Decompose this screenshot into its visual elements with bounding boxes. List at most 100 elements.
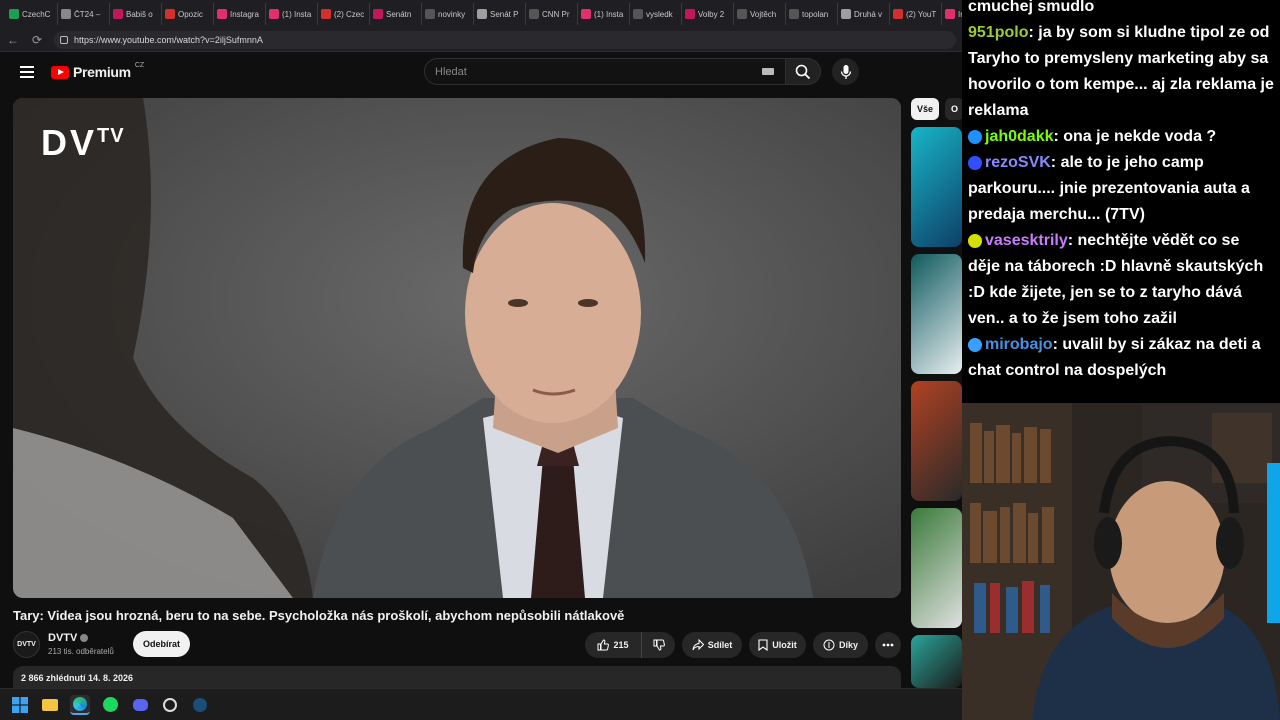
channel-name[interactable]: DVTV <box>48 632 77 644</box>
thanks-label: Díky <box>838 640 858 650</box>
search-input[interactable]: Hledat <box>424 58 786 85</box>
browser-tab[interactable]: Opozic <box>162 3 214 25</box>
chat-username[interactable]: jah0dakk <box>985 128 1053 145</box>
menu-icon[interactable] <box>20 66 34 78</box>
chat-message: cmuchej smudlo <box>962 0 1280 20</box>
subscribe-button[interactable]: Odebírat <box>133 631 190 657</box>
save-button[interactable]: Uložit <box>749 632 806 658</box>
browser-tab-label: (2) YouT <box>906 9 937 19</box>
browser-tab[interactable]: CzechC <box>6 3 58 25</box>
browser-tab[interactable]: novinky <box>422 3 474 25</box>
webcam-feed <box>962 403 1280 720</box>
channel-name-row[interactable]: DVTV <box>48 632 89 644</box>
browser-tab[interactable]: Senátn <box>370 3 422 25</box>
timer-app-icon[interactable] <box>160 695 180 715</box>
recommendation-chips: Vše O <box>911 98 962 120</box>
search-button[interactable] <box>785 58 821 85</box>
site-info-icon[interactable] <box>60 35 68 44</box>
chip-other[interactable]: O <box>945 98 962 120</box>
watermark-sup: TV <box>97 125 125 147</box>
browser-tab[interactable]: Instagra <box>214 3 266 25</box>
recommended-thumbnail[interactable] <box>911 381 962 501</box>
browser-tab-label: Volby 2 <box>698 9 725 19</box>
url-text: https://www.youtube.com/watch?v=2iljSufm… <box>74 34 263 45</box>
browser-tab[interactable]: ČT24 – <box>58 3 110 25</box>
browser-tab[interactable]: Babiš o <box>110 3 162 25</box>
browser-tab[interactable]: (1) Insta <box>266 3 318 25</box>
channel-watermark: DVTV <box>41 122 125 164</box>
discord-icon[interactable] <box>130 695 150 715</box>
chat-username[interactable]: rezoSVK <box>985 154 1051 171</box>
share-button[interactable]: Sdílet <box>682 632 742 658</box>
dislike-button[interactable] <box>641 632 675 658</box>
favicon-icon <box>113 9 123 19</box>
spotify-icon[interactable] <box>100 695 120 715</box>
description-box[interactable]: 2 866 zhlédnutí 14. 8. 2026 <box>13 666 901 688</box>
recommended-thumbnail[interactable] <box>911 635 962 688</box>
channel-avatar[interactable]: DVTV <box>13 631 40 658</box>
user-badge-icon <box>968 129 982 144</box>
chat-text: : ona je nekde voda ? <box>1053 128 1217 145</box>
favicon-icon <box>477 9 487 19</box>
chat-username[interactable]: 951polo <box>968 24 1028 41</box>
browser-tab-label: Babiš o <box>126 9 153 19</box>
video-player[interactable]: DVTV <box>13 98 901 598</box>
browser-tab[interactable]: Senát P <box>474 3 526 25</box>
keyboard-icon[interactable] <box>762 68 774 75</box>
address-bar: ← ⟳ https://www.youtube.com/watch?v=2ilj… <box>0 28 962 52</box>
recommended-thumbnail[interactable] <box>911 127 962 247</box>
favicon-icon <box>633 9 643 19</box>
recommended-thumbnail[interactable] <box>911 254 962 374</box>
edge-browser-icon[interactable] <box>70 694 90 715</box>
back-icon[interactable]: ← <box>6 33 20 47</box>
share-icon <box>692 639 704 651</box>
chat-message: mirobajo: uvalil by si zákaz na deti a c… <box>962 332 1280 384</box>
steam-icon[interactable] <box>190 695 210 715</box>
more-actions-button[interactable] <box>875 632 901 658</box>
windows-start-icon[interactable] <box>10 695 30 715</box>
favicon-icon <box>269 9 279 19</box>
browser-tab[interactable]: Volby 2 <box>682 3 734 25</box>
windows-logo <box>12 696 28 713</box>
browser-tab[interactable]: (2) Czec <box>318 3 370 25</box>
user-badge-icon <box>968 155 982 170</box>
thumbs-up-icon <box>597 639 610 651</box>
browser-tab[interactable]: Vojtěch <box>734 3 786 25</box>
search-placeholder: Hledat <box>435 65 467 78</box>
chat-username[interactable]: mirobajo <box>985 336 1053 353</box>
screen: CzechC ČT24 – Babiš o Opozic Instagra (1) Ins… <box>0 0 1280 720</box>
browser-tab[interactable]: vysledk <box>630 3 682 25</box>
reload-icon[interactable]: ⟳ <box>30 33 44 47</box>
more-horizontal-icon <box>882 643 894 647</box>
thanks-button[interactable]: Díky <box>813 632 868 658</box>
favicon-icon <box>841 9 851 19</box>
browser-tab-label: Vojtěch <box>750 9 777 19</box>
verified-icon <box>80 634 89 643</box>
browser-tab-label: CzechC <box>22 9 51 19</box>
chat-message: rezoSVK: ale to je jeho camp parkouru...… <box>962 150 1280 228</box>
browser-tab[interactable]: (1) Insta <box>578 3 630 25</box>
browser-tab-label: (1) Insta <box>282 9 312 19</box>
recommended-thumbnail[interactable] <box>911 508 962 628</box>
browser-tab[interactable]: Druhá v <box>838 3 890 25</box>
favicon-icon <box>789 9 799 19</box>
subscriber-count: 213 tis. odběratelů <box>48 647 114 656</box>
file-explorer-icon[interactable] <box>40 695 60 715</box>
browser-tab-strip: CzechC ČT24 – Babiš o Opozic Instagra (1) Ins… <box>0 0 962 28</box>
share-label: Sdílet <box>707 640 733 650</box>
voice-search-button[interactable] <box>832 58 859 85</box>
browser-tab-label: Instagra <box>230 9 259 19</box>
browser-tab[interactable]: CNN Pr <box>526 3 578 25</box>
bookmark-icon <box>758 639 768 651</box>
browser-tab[interactable]: topolan <box>786 3 838 25</box>
chat-username[interactable]: vasesktrily <box>985 232 1068 249</box>
youtube-premium-logo[interactable]: Premium CZ <box>51 61 145 80</box>
url-field[interactable]: https://www.youtube.com/watch?v=2iljSufm… <box>54 30 956 49</box>
country-code: CZ <box>134 61 145 69</box>
browser-tab[interactable]: (2) YouT <box>890 3 942 25</box>
chat-message: 951polo: ja by som si kludne tipol ze od… <box>962 20 1280 124</box>
like-button[interactable]: 215 <box>585 632 641 658</box>
browser-tab[interactable]: Instagra <box>942 3 962 25</box>
chip-all[interactable]: Vše <box>911 98 940 120</box>
favicon-icon <box>217 9 227 19</box>
